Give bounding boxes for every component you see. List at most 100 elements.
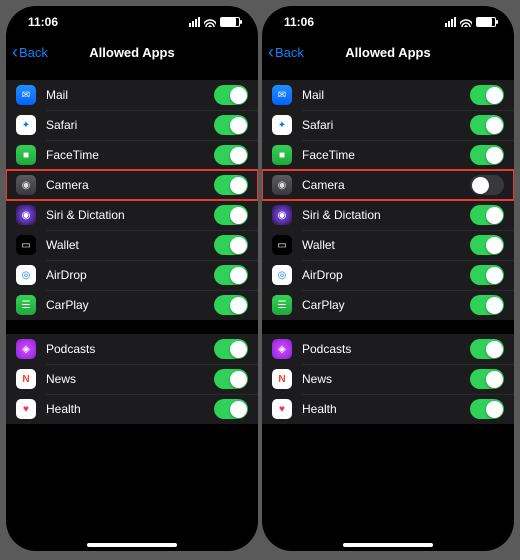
row-label: CarPlay [302,298,470,312]
settings-group: ✉ Mail ✦Safari■FaceTime◉Camera ◉ Siri & Dict… [262,80,514,320]
battery-icon [220,17,240,27]
toggle-mail[interactable] [214,85,248,105]
row-wallet[interactable]: ▭ Wallet [6,230,258,260]
row-safari[interactable]: ✦Safari [262,110,514,140]
row-carplay[interactable]: ☰ CarPlay [262,290,514,320]
row-label: Camera [46,178,214,192]
row-facetime[interactable]: ■FaceTime [6,140,258,170]
row-label: Podcasts [302,342,470,356]
toggle-health[interactable] [214,399,248,419]
airdrop-icon: ◎ [272,265,292,285]
toggle-siri[interactable] [470,205,504,225]
phone-right: 11:06 ‹Back Allowed Apps ✉ Mail ✦Safari■FaceT… [262,6,514,551]
siri-icon: ◉ [272,205,292,225]
wallet-icon: ▭ [272,235,292,255]
row-safari[interactable]: ✦ Safari [6,110,258,140]
row-siri[interactable]: ◉ Siri & Dictation [262,200,514,230]
row-camera[interactable]: ◉Camera [6,170,258,200]
row-label: AirDrop [302,268,470,282]
row-podcasts[interactable]: ◈Podcasts [6,334,258,364]
cellular-icon [445,17,456,27]
home-indicator[interactable] [87,543,177,547]
statusbar: 11:06 [6,6,258,34]
wifi-icon [204,18,216,27]
row-label: CarPlay [46,298,214,312]
safari-icon: ✦ [272,115,292,135]
row-label: Safari [46,118,214,132]
page-title: Allowed Apps [89,45,174,60]
row-siri[interactable]: ◉Siri & Dictation [6,200,258,230]
row-news[interactable]: N News [6,364,258,394]
news-icon: N [272,369,292,389]
toggle-facetime[interactable] [470,145,504,165]
settings-list: ✉ Mail ✦Safari■FaceTime◉Camera ◉ Siri & Dict… [262,70,514,551]
settings-group: ✉Mail ✦ Safari ■FaceTime◉Camera◉Siri & Dict… [6,80,258,320]
safari-icon: ✦ [16,115,36,135]
row-wallet[interactable]: ▭ Wallet [262,230,514,260]
status-time: 11:06 [284,15,314,29]
row-label: Wallet [46,238,214,252]
toggle-carplay[interactable] [214,295,248,315]
settings-list: ✉Mail ✦ Safari ■FaceTime◉Camera◉Siri & Dict… [6,70,258,551]
toggle-news[interactable] [214,369,248,389]
toggle-airdrop[interactable] [214,265,248,285]
toggle-wallet[interactable] [470,235,504,255]
back-button[interactable]: ‹Back [12,43,48,61]
battery-icon [476,17,496,27]
toggle-airdrop[interactable] [470,265,504,285]
row-airdrop[interactable]: ◎ AirDrop [6,260,258,290]
home-indicator[interactable] [343,543,433,547]
row-camera[interactable]: ◉Camera [262,170,514,200]
screenshot-pair: 11:06 ‹Back Allowed Apps ✉ Mail ✦ Safari ■FaceT… [0,0,520,557]
row-label: Health [302,402,470,416]
row-airdrop[interactable]: ◎ AirDrop [262,260,514,290]
wallet-icon: ▭ [16,235,36,255]
row-label: Health [46,402,214,416]
row-label: Mail [302,88,470,102]
row-label: News [46,372,214,386]
row-label: Mail [46,88,214,102]
toggle-carplay[interactable] [470,295,504,315]
toggle-podcasts[interactable] [214,339,248,359]
toggle-wallet[interactable] [214,235,248,255]
row-label: AirDrop [46,268,214,282]
page-title: Allowed Apps [345,45,430,60]
toggle-siri[interactable] [214,205,248,225]
airdrop-icon: ◎ [16,265,36,285]
row-label: Wallet [302,238,470,252]
row-label: Siri & Dictation [302,208,470,222]
navbar: ‹Back Allowed Apps [6,34,258,70]
toggle-podcasts[interactable] [470,339,504,359]
back-button[interactable]: ‹Back [268,43,304,61]
toggle-mail[interactable] [470,85,504,105]
row-health[interactable]: ♥Health [262,394,514,424]
mail-icon: ✉ [272,85,292,105]
carplay-icon: ☰ [272,295,292,315]
cellular-icon [189,17,200,27]
toggle-camera[interactable] [470,175,504,195]
row-label: News [302,372,470,386]
row-mail[interactable]: ✉ Mail [262,80,514,110]
wifi-icon [460,18,472,27]
status-time: 11:06 [28,15,58,29]
row-mail[interactable]: ✉Mail [6,80,258,110]
status-indicators [445,17,496,27]
toggle-facetime[interactable] [214,145,248,165]
settings-group: ◈Podcasts N News ♥ Health [6,334,258,424]
row-health[interactable]: ♥ Health [6,394,258,424]
row-podcasts[interactable]: ◈Podcasts [262,334,514,364]
row-facetime[interactable]: ■FaceTime [262,140,514,170]
health-icon: ♥ [16,399,36,419]
toggle-news[interactable] [470,369,504,389]
toggle-health[interactable] [470,399,504,419]
back-label: Back [19,45,48,60]
row-label: Camera [302,178,470,192]
toggle-camera[interactable] [214,175,248,195]
status-indicators [189,17,240,27]
toggle-safari[interactable] [214,115,248,135]
settings-group: ◈Podcasts N News ♥Health [262,334,514,424]
row-carplay[interactable]: ☰CarPlay [6,290,258,320]
news-icon: N [16,369,36,389]
toggle-safari[interactable] [470,115,504,135]
row-news[interactable]: N News [262,364,514,394]
